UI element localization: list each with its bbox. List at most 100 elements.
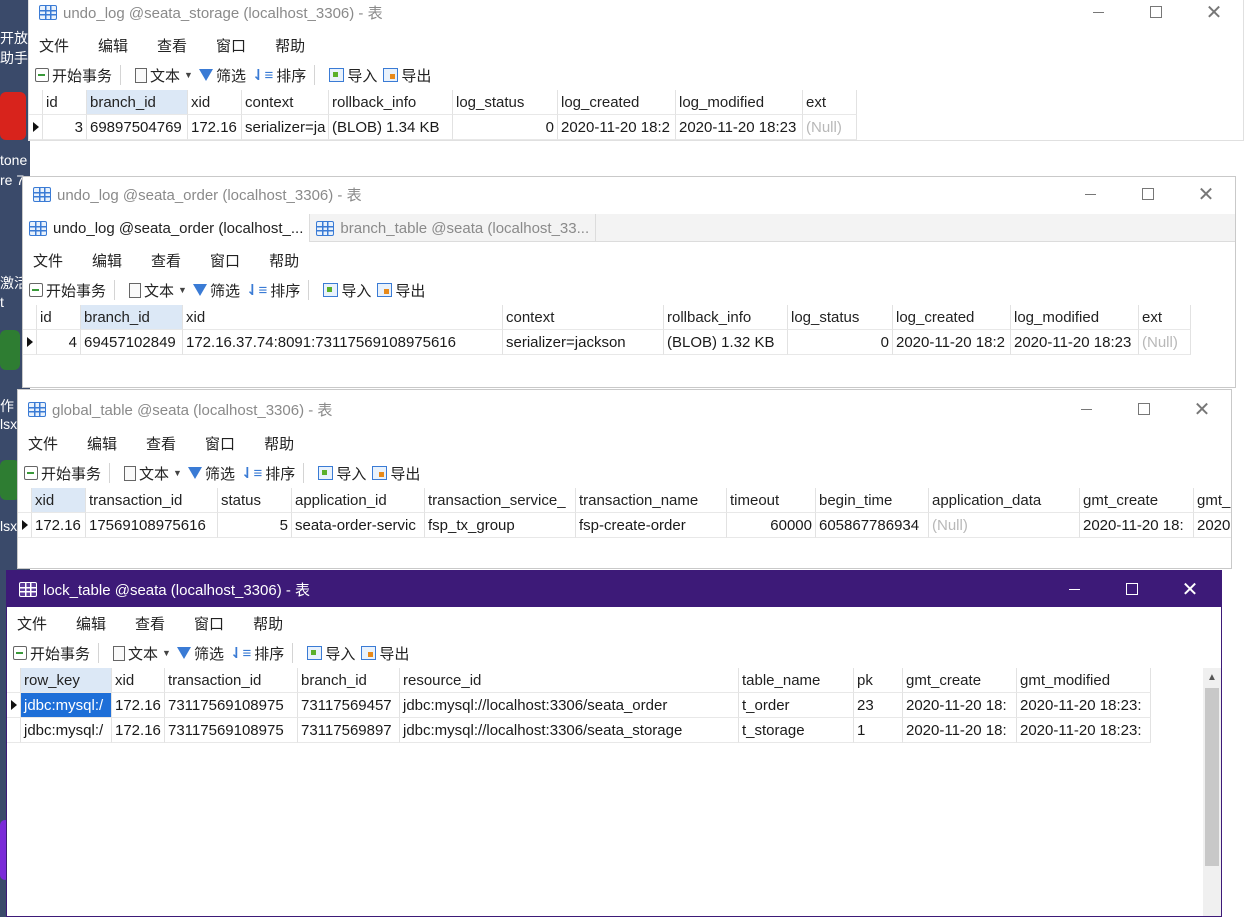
table-cell[interactable]: 2020-11-20 18: [1080, 513, 1194, 538]
close-button[interactable]: ✕ [1185, 0, 1243, 25]
menu-view[interactable]: 查看 [136, 433, 190, 454]
table-cell[interactable]: 4 [37, 330, 81, 355]
text-button[interactable]: 文本 ▼ [113, 643, 171, 664]
sort-button[interactable]: ⇃≡ 排序 [246, 280, 300, 301]
column-header[interactable]: xid [32, 488, 86, 513]
menu-help[interactable]: 帮助 [243, 613, 297, 634]
table-cell[interactable]: 3 [43, 115, 87, 140]
column-header[interactable]: log_status [453, 90, 558, 115]
table-cell[interactable]: 69457102849 [81, 330, 183, 355]
tab-branch-table[interactable]: branch_table @seata (localhost_33... [310, 214, 597, 242]
column-header[interactable]: application_id [292, 488, 425, 513]
table-cell[interactable]: (Null) [929, 513, 1080, 538]
column-header[interactable]: gmt_ [1194, 488, 1231, 513]
column-header[interactable]: log_status [788, 305, 893, 330]
data-grid[interactable]: id branch_id xid context rollback_info l… [23, 305, 1191, 355]
data-grid[interactable]: id branch_id xid context rollback_info l… [29, 90, 857, 140]
table-cell[interactable]: 23 [854, 693, 903, 718]
import-button[interactable]: 导入 [323, 280, 371, 301]
minimize-button[interactable] [1069, 0, 1127, 25]
table-cell[interactable]: 69897504769 [87, 115, 188, 140]
minimize-button[interactable] [1057, 396, 1115, 422]
column-header[interactable]: status [218, 488, 292, 513]
column-header[interactable]: log_created [558, 90, 676, 115]
table-cell[interactable]: 2020-11-20 18: [903, 693, 1017, 718]
column-header[interactable]: table_name [739, 668, 854, 693]
column-header[interactable]: ext [1139, 305, 1191, 330]
column-header[interactable]: transaction_service_ [425, 488, 576, 513]
menu-window[interactable]: 窗口 [195, 433, 249, 454]
menu-view[interactable]: 查看 [141, 250, 195, 271]
table-cell[interactable]: 1 [854, 718, 903, 743]
minimize-button[interactable] [1045, 571, 1103, 607]
menu-file[interactable]: 文件 [23, 250, 77, 271]
scroll-up-arrow-icon[interactable]: ▲ [1203, 668, 1221, 686]
window-lock-table[interactable]: lock_table @seata (localhost_3306) - 表 ✕… [6, 570, 1222, 917]
begin-transaction-button[interactable]: 开始事务 [13, 643, 90, 664]
menu-help[interactable]: 帮助 [254, 433, 308, 454]
vertical-scrollbar[interactable]: ▲ [1203, 668, 1221, 916]
table-cell[interactable]: jdbc:mysql://localhost:3306/seata_order [400, 693, 739, 718]
column-header[interactable]: branch_id [81, 305, 183, 330]
maximize-button[interactable] [1103, 571, 1161, 607]
titlebar[interactable]: undo_log @seata_storage (localhost_3306)… [29, 0, 1243, 25]
column-header[interactable]: resource_id [400, 668, 739, 693]
maximize-button[interactable] [1119, 181, 1177, 207]
column-header[interactable]: application_data [929, 488, 1080, 513]
menu-help[interactable]: 帮助 [265, 35, 319, 56]
titlebar[interactable]: lock_table @seata (localhost_3306) - 表 ✕ [7, 571, 1221, 607]
column-header[interactable]: log_modified [676, 90, 803, 115]
table-row[interactable]: jdbc:mysql:/ 172.16 73117569108975 73117… [7, 718, 1151, 743]
table-row[interactable]: 3 69897504769 172.16 serializer=ja (BLOB… [29, 115, 857, 140]
begin-transaction-button[interactable]: 开始事务 [29, 280, 106, 301]
column-header[interactable]: row_key [21, 668, 112, 693]
titlebar[interactable]: undo_log @seata_order (localhost_3306) -… [23, 181, 1235, 207]
table-cell[interactable]: 172.16 [188, 115, 242, 140]
column-header[interactable]: id [43, 90, 87, 115]
table-row[interactable]: 172.16 17569108975616 5 seata-order-serv… [18, 513, 1231, 538]
menu-edit[interactable]: 编辑 [82, 250, 136, 271]
table-cell[interactable]: (BLOB) 1.34 KB [329, 115, 453, 140]
table-cell[interactable]: 0 [453, 115, 558, 140]
maximize-button[interactable] [1127, 0, 1185, 25]
column-header[interactable]: ext [803, 90, 857, 115]
table-cell[interactable]: 172.16 [112, 693, 165, 718]
export-button[interactable]: 导出 [361, 643, 409, 664]
maximize-button[interactable] [1115, 396, 1173, 422]
table-cell[interactable]: (Null) [1139, 330, 1191, 355]
column-header[interactable]: xid [188, 90, 242, 115]
menu-file[interactable]: 文件 [18, 433, 72, 454]
window-global-table[interactable]: global_table @seata (localhost_3306) - 表… [17, 389, 1232, 569]
menu-view[interactable]: 查看 [147, 35, 201, 56]
table-cell[interactable]: 2020-11-20 18:23: [1017, 718, 1151, 743]
table-cell[interactable]: 2020-11-20 18:2 [558, 115, 676, 140]
table-cell[interactable]: 2020-11-20 18:2 [893, 330, 1011, 355]
column-header[interactable]: pk [854, 668, 903, 693]
column-header[interactable]: rollback_info [329, 90, 453, 115]
export-button[interactable]: 导出 [383, 65, 431, 86]
tab-undo-log-order[interactable]: undo_log @seata_order (localhost_... [23, 214, 311, 242]
minimize-button[interactable] [1061, 181, 1119, 207]
menu-edit[interactable]: 编辑 [88, 35, 142, 56]
column-header[interactable]: gmt_create [903, 668, 1017, 693]
begin-transaction-button[interactable]: 开始事务 [35, 65, 112, 86]
column-header[interactable]: transaction_name [576, 488, 727, 513]
table-cell[interactable]: 2020-11-20 18:23 [1011, 330, 1139, 355]
table-cell[interactable]: t_order [739, 693, 854, 718]
table-cell[interactable]: jdbc:mysql://localhost:3306/seata_storag… [400, 718, 739, 743]
column-header[interactable]: rollback_info [664, 305, 788, 330]
column-header[interactable]: transaction_id [86, 488, 218, 513]
table-cell[interactable]: serializer=jackson [503, 330, 664, 355]
text-button[interactable]: 文本 ▼ [124, 463, 182, 484]
table-cell[interactable]: 17569108975616 [86, 513, 218, 538]
table-cell[interactable]: fsp-create-order [576, 513, 727, 538]
table-cell[interactable]: (Null) [803, 115, 857, 140]
table-row[interactable]: jdbc:mysql:/ 172.16 73117569108975 73117… [7, 693, 1151, 718]
data-grid[interactable]: row_key xid transaction_id branch_id res… [7, 668, 1151, 743]
menu-view[interactable]: 查看 [125, 613, 179, 634]
window-undo-log-storage[interactable]: undo_log @seata_storage (localhost_3306)… [28, 0, 1244, 141]
scrollbar-thumb[interactable] [1205, 688, 1219, 866]
column-header[interactable]: gmt_create [1080, 488, 1194, 513]
text-button[interactable]: 文本 ▼ [135, 65, 193, 86]
column-header[interactable]: id [37, 305, 81, 330]
